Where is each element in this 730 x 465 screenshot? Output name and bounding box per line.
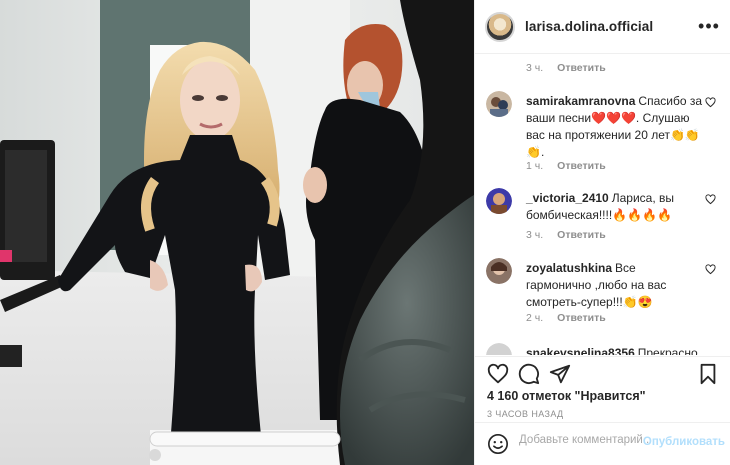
comment-age: 2 ч.	[526, 312, 544, 324]
instagram-post: larisa.dolina.official ••• 3 ч. Ответить…	[0, 0, 730, 465]
likes-count[interactable]: 4 160 отметок "Нравится"	[487, 389, 646, 403]
like-comment-heart-icon[interactable]	[705, 97, 716, 108]
commenter-username[interactable]: zoyalatushkina	[526, 261, 612, 275]
commenter-avatar[interactable]	[486, 343, 512, 355]
post-photo-image	[0, 0, 474, 465]
reply-button[interactable]: Ответить	[557, 312, 606, 324]
like-comment-heart-icon[interactable]	[705, 194, 716, 205]
comment-meta: 1 ч. Ответить	[526, 160, 606, 172]
comment-text: snakevsnelina8356 Прекрасно	[526, 345, 702, 355]
commenter-avatar[interactable]	[486, 188, 512, 214]
post-photo[interactable]	[0, 0, 474, 465]
comment-input[interactable]	[519, 434, 649, 446]
reply-button[interactable]: Ответить	[557, 62, 606, 74]
author-avatar[interactable]	[485, 11, 515, 42]
author-username[interactable]: larisa.dolina.official	[525, 19, 653, 34]
comment-text: _victoria_2410 Лариса, вы бомбическая!!!!…	[526, 190, 702, 224]
more-dots-icon[interactable]: •••	[698, 16, 719, 36]
reply-button[interactable]: Ответить	[557, 160, 606, 172]
comment-meta: 3 ч. Ответить	[526, 229, 606, 241]
comment-age: 3 ч.	[526, 62, 544, 74]
comment-body: Прекрасно	[637, 346, 698, 355]
post-side-panel: larisa.dolina.official ••• 3 ч. Ответить…	[474, 0, 730, 465]
commenter-avatar[interactable]	[486, 258, 512, 284]
post-header: larisa.dolina.official •••	[475, 0, 730, 54]
bookmark-icon[interactable]	[697, 363, 719, 385]
comment-meta: 2 ч. Ответить	[526, 312, 606, 324]
comment-age: 1 ч.	[526, 160, 544, 172]
comment-meta: 3 ч. Ответить	[526, 62, 606, 74]
comment-text: samirakamranovna Спасибо за ваши песни❤️❤…	[526, 93, 702, 161]
heart-icon[interactable]	[487, 363, 509, 385]
commenter-username[interactable]: samirakamranovna	[526, 94, 635, 108]
add-comment-bar: Опубликовать	[475, 422, 730, 465]
comment-icon[interactable]	[518, 363, 540, 385]
commenter-username[interactable]: _victoria_2410	[526, 191, 609, 205]
reply-button[interactable]: Ответить	[557, 229, 606, 241]
commenter-username[interactable]: snakevsnelina8356	[526, 346, 635, 355]
comment-text: zoyalatushkina Все гармонично ,любо на ва…	[526, 260, 702, 311]
post-timestamp[interactable]: 3 ЧАСОВ НАЗАД	[487, 409, 564, 419]
publish-button[interactable]: Опубликовать	[643, 436, 725, 448]
comments-list[interactable]: 3 ч. Ответить samirakamranovna Спасибо за…	[475, 55, 730, 355]
commenter-avatar[interactable]	[486, 91, 512, 117]
smiley-icon[interactable]	[487, 433, 509, 455]
like-comment-heart-icon[interactable]	[705, 264, 716, 275]
paper-plane-icon[interactable]	[549, 363, 571, 385]
comment-age: 3 ч.	[526, 229, 544, 241]
